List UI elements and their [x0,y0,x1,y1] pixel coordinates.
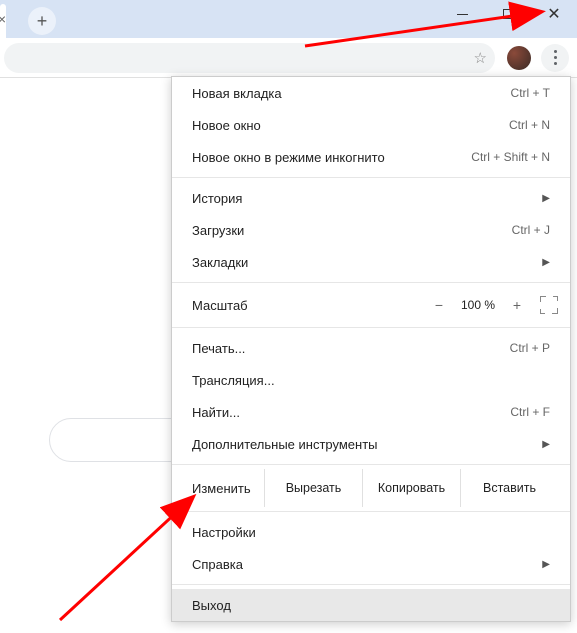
menu-help[interactable]: Справка ▶ [172,548,570,580]
submenu-arrow-icon: ▶ [542,439,550,450]
menu-edit-row: Изменить Вырезать Копировать Вставить [172,469,570,507]
menu-shortcut: Ctrl + F [510,405,550,419]
menu-label: Настройки [192,525,256,540]
menu-more-tools[interactable]: Дополнительные инструменты ▶ [172,428,570,460]
menu-label: Изменить [192,481,264,496]
menu-label: Печать... [192,341,245,356]
menu-label: Новое окно [192,118,261,133]
menu-separator [172,282,570,283]
edit-copy-button[interactable]: Копировать [362,469,460,507]
kebab-icon [554,50,557,65]
profile-avatar[interactable] [507,46,531,70]
menu-separator [172,464,570,465]
menu-label: Загрузки [192,223,244,238]
menu-label: Масштаб [192,298,426,313]
menu-shortcut: Ctrl + N [509,118,550,132]
maximize-button[interactable] [485,0,531,28]
edit-paste-button[interactable]: Вставить [460,469,558,507]
menu-shortcut: Ctrl + J [512,223,550,237]
menu-separator [172,177,570,178]
menu-label: История [192,191,242,206]
edit-cut-button[interactable]: Вырезать [264,469,362,507]
toolbar: ☆ [0,38,577,78]
menu-label: Справка [192,557,243,572]
menu-exit[interactable]: Выход [172,589,570,621]
titlebar: × + ✕ [0,0,577,38]
bookmark-star-icon[interactable]: ☆ [474,49,487,67]
menu-separator [172,327,570,328]
menu-cast[interactable]: Трансляция... [172,364,570,396]
menu-settings[interactable]: Настройки [172,516,570,548]
menu-button[interactable] [541,44,569,72]
menu-find[interactable]: Найти... Ctrl + F [172,396,570,428]
menu-label: Новое окно в режиме инкогнито [192,150,385,165]
zoom-out-button[interactable]: − [426,297,452,313]
menu-separator [172,584,570,585]
submenu-arrow-icon: ▶ [542,559,550,570]
menu-zoom: Масштаб − 100 % + [172,287,570,323]
menu-label: Дополнительные инструменты [192,437,378,452]
zoom-value: 100 % [452,298,504,312]
submenu-arrow-icon: ▶ [542,193,550,204]
main-menu: Новая вкладка Ctrl + T Новое окно Ctrl +… [171,76,571,622]
menu-label: Трансляция... [192,373,275,388]
menu-label: Выход [192,598,231,613]
fullscreen-icon[interactable] [540,296,558,314]
menu-print[interactable]: Печать... Ctrl + P [172,332,570,364]
menu-shortcut: Ctrl + T [511,86,550,100]
menu-label: Закладки [192,255,248,270]
zoom-in-button[interactable]: + [504,297,530,313]
menu-downloads[interactable]: Загрузки Ctrl + J [172,214,570,246]
address-bar[interactable]: ☆ [4,43,495,73]
new-tab-button[interactable]: + [28,7,56,35]
close-window-button[interactable]: ✕ [531,0,577,28]
menu-new-window[interactable]: Новое окно Ctrl + N [172,109,570,141]
menu-shortcut: Ctrl + P [510,341,550,355]
browser-tab[interactable]: × [0,4,6,38]
menu-incognito[interactable]: Новое окно в режиме инкогнито Ctrl + Shi… [172,141,570,173]
menu-new-tab[interactable]: Новая вкладка Ctrl + T [172,77,570,109]
menu-separator [172,511,570,512]
window-controls: ✕ [439,0,577,28]
menu-label: Найти... [192,405,240,420]
submenu-arrow-icon: ▶ [542,257,550,268]
minimize-button[interactable] [439,0,485,28]
menu-history[interactable]: История ▶ [172,182,570,214]
menu-shortcut: Ctrl + Shift + N [471,150,550,164]
menu-label: Новая вкладка [192,86,282,101]
menu-bookmarks[interactable]: Закладки ▶ [172,246,570,278]
tab-close-icon[interactable]: × [0,12,10,28]
